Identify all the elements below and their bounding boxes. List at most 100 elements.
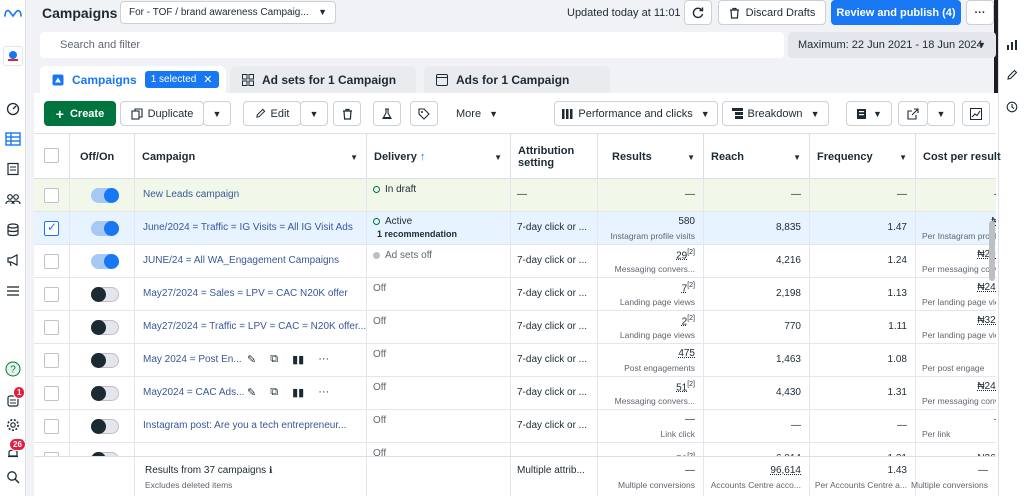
- refresh-button[interactable]: [684, 0, 712, 25]
- tags-button[interactable]: [410, 101, 438, 126]
- table-row[interactable]: May 2024 = Post En... ✎ ⧉ ▮▮ ··· Off 7-da…: [34, 344, 996, 377]
- results-cell: 2[2] Landing page views: [598, 311, 704, 344]
- duplicate-icon[interactable]: ⧉: [270, 386, 278, 399]
- campaign-name-link[interactable]: New Leads campaign: [143, 189, 239, 200]
- table-row[interactable]: JUNE/24 = All WA_Engagement Campaigns Ad …: [34, 245, 996, 278]
- tab-ads[interactable]: Ads for 1 Campaign: [424, 66, 610, 93]
- campaign-name-link[interactable]: May27/2024 = Sales = LPV = CAC N20K offe…: [143, 288, 348, 299]
- duplicate-button[interactable]: Duplicate: [120, 101, 204, 126]
- duplicate-dropdown-button[interactable]: ▼: [203, 101, 231, 126]
- view-charts-icon[interactable]: ▮▮: [292, 353, 304, 366]
- edit-button[interactable]: Edit: [243, 101, 301, 126]
- view-charts-icon[interactable]: ▮▮: [292, 386, 304, 399]
- row-checkbox[interactable]: [44, 287, 59, 302]
- select-all-checkbox[interactable]: [44, 148, 59, 163]
- tab-ad-sets[interactable]: Ad sets for 1 Campaign: [230, 66, 416, 93]
- date-range-picker[interactable]: Maximum: 22 Jun 2021 - 18 Jun 2024 ▼: [788, 32, 996, 58]
- campaign-on-off-toggle[interactable]: [91, 221, 119, 236]
- ab-test-button[interactable]: [373, 101, 401, 126]
- duplicate-icon[interactable]: ⧉: [270, 353, 278, 366]
- row-checkbox[interactable]: [44, 353, 59, 368]
- table-row[interactable]: Instagram post: Are you a tech entrepren…: [34, 410, 996, 443]
- audiences-icon[interactable]: [4, 190, 22, 208]
- campaign-on-off-toggle[interactable]: [91, 386, 119, 401]
- header-off-on[interactable]: Off/On: [70, 134, 135, 180]
- more-options-button[interactable]: ···: [966, 0, 994, 25]
- campaign-on-off-toggle[interactable]: [91, 320, 119, 335]
- account-avatar[interactable]: [3, 46, 23, 66]
- row-checkbox[interactable]: [44, 419, 59, 434]
- header-cost-per-result[interactable]: Cost per result: [916, 134, 1001, 180]
- table-row[interactable]: New Leads campaign In draft — — — — —: [34, 179, 996, 212]
- dashboard-gauge-icon[interactable]: [4, 100, 22, 118]
- table-row[interactable]: May27/2024 = Traffic = LPV = CAC = N20K …: [34, 311, 996, 344]
- row-checkbox[interactable]: [44, 320, 59, 335]
- campaign-on-off-toggle[interactable]: [91, 287, 119, 302]
- status-dot-icon: [373, 251, 380, 259]
- columns-performance-dropdown[interactable]: Performance and clicks ▼: [554, 101, 718, 126]
- header-delivery[interactable]: Delivery ↑ ▼: [367, 134, 511, 180]
- campaign-on-off-toggle[interactable]: [91, 188, 119, 203]
- history-clock-icon[interactable]: [1003, 98, 1021, 116]
- edit-pencil-icon[interactable]: ✎: [247, 353, 256, 366]
- campaign-selector-dropdown[interactable]: For - TOF / brand awareness Campaig... ▼: [120, 1, 336, 24]
- campaign-name-link[interactable]: May 2024 = Post En...: [143, 354, 242, 365]
- campaign-name-link[interactable]: May2024 = CAC Ads...: [143, 387, 244, 398]
- header-reach-label: Reach: [711, 151, 745, 163]
- footer-cost: — Multiple conversions: [911, 457, 996, 496]
- more-actions-button[interactable]: More ▼: [446, 101, 508, 126]
- header-frequency[interactable]: Frequency ▼: [810, 134, 916, 180]
- edit-pencil-icon[interactable]: ✎: [247, 386, 256, 399]
- meta-logo-icon[interactable]: [3, 6, 23, 20]
- campaign-on-off-toggle[interactable]: [91, 353, 119, 368]
- campaign-name-link[interactable]: JUNE/24 = All WA_Engagement Campaigns: [143, 255, 339, 266]
- charts-button[interactable]: [962, 101, 990, 126]
- table-row[interactable]: June/2024 = Traffic = IG Visits = All IG…: [34, 212, 996, 245]
- campaign-on-off-toggle[interactable]: [91, 419, 119, 434]
- more-options-icon[interactable]: ···: [318, 386, 329, 399]
- clear-selection-close-icon[interactable]: ✕: [203, 73, 212, 86]
- row-checkbox[interactable]: [44, 254, 59, 269]
- bar-chart-icon[interactable]: [1003, 36, 1021, 54]
- reports-dropdown[interactable]: ▼: [846, 101, 892, 126]
- settings-gear-icon[interactable]: [4, 416, 22, 434]
- row-checkbox[interactable]: [44, 386, 59, 401]
- edit-dropdown-button[interactable]: ▼: [300, 101, 328, 126]
- recommendation-link[interactable]: 1 recommendation: [373, 229, 457, 239]
- campaign-name-cell: JUNE/24 = All WA_Engagement Campaigns: [135, 245, 367, 278]
- selected-count-chip[interactable]: 1 selected ✕: [144, 71, 219, 88]
- info-icon[interactable]: ℹ: [269, 465, 272, 475]
- table-row[interactable]: May2024 = CAC Ads... ✎ ⧉ ▮▮ ··· Off 7-day…: [34, 377, 996, 410]
- more-options-icon[interactable]: ···: [318, 353, 329, 366]
- header-campaign[interactable]: Campaign ▼: [135, 134, 367, 180]
- megaphone-icon[interactable]: [4, 251, 22, 269]
- campaign-on-off-toggle[interactable]: [91, 254, 119, 269]
- tab-campaigns[interactable]: Campaigns 1 selected ✕: [40, 66, 226, 93]
- pencil-icon[interactable]: [1003, 66, 1021, 84]
- help-icon[interactable]: ?: [4, 360, 22, 378]
- campaign-name-link[interactable]: June/2024 = Traffic = IG Visits = All IG…: [143, 222, 353, 233]
- billing-database-icon[interactable]: [4, 221, 22, 239]
- row-checkbox[interactable]: [44, 188, 59, 203]
- discard-drafts-button[interactable]: Discard Drafts: [718, 0, 826, 25]
- search-icon[interactable]: [4, 468, 22, 486]
- header-results[interactable]: Results ▼: [598, 134, 704, 180]
- search-input[interactable]: [40, 32, 784, 58]
- pages-icon[interactable]: [4, 160, 22, 178]
- campaigns-table-icon[interactable]: [4, 130, 22, 148]
- campaign-name-link[interactable]: May27/2024 = Traffic = LPV = CAC = N20K …: [143, 321, 366, 332]
- breakdown-dropdown[interactable]: Breakdown ▼: [722, 101, 829, 126]
- table-row[interactable]: May27/2024 = Sales = LPV = CAC N20K offe…: [34, 278, 996, 311]
- header-reach[interactable]: Reach ▼: [704, 134, 810, 180]
- create-button[interactable]: + Create: [44, 101, 116, 126]
- header-attribution[interactable]: Attribution setting: [511, 134, 598, 180]
- review-and-publish-button[interactable]: Review and publish (4): [831, 0, 961, 25]
- vertical-scrollbar[interactable]: [989, 221, 995, 281]
- export-dropdown-button[interactable]: ▼: [927, 101, 955, 126]
- export-button[interactable]: [898, 101, 928, 126]
- all-tools-menu-icon[interactable]: [4, 282, 22, 300]
- campaign-name-link[interactable]: Instagram post: Are you a tech entrepren…: [143, 420, 346, 431]
- delete-button[interactable]: [333, 101, 361, 126]
- chevron-down-icon: ▼: [318, 7, 327, 17]
- row-checkbox[interactable]: [44, 220, 59, 236]
